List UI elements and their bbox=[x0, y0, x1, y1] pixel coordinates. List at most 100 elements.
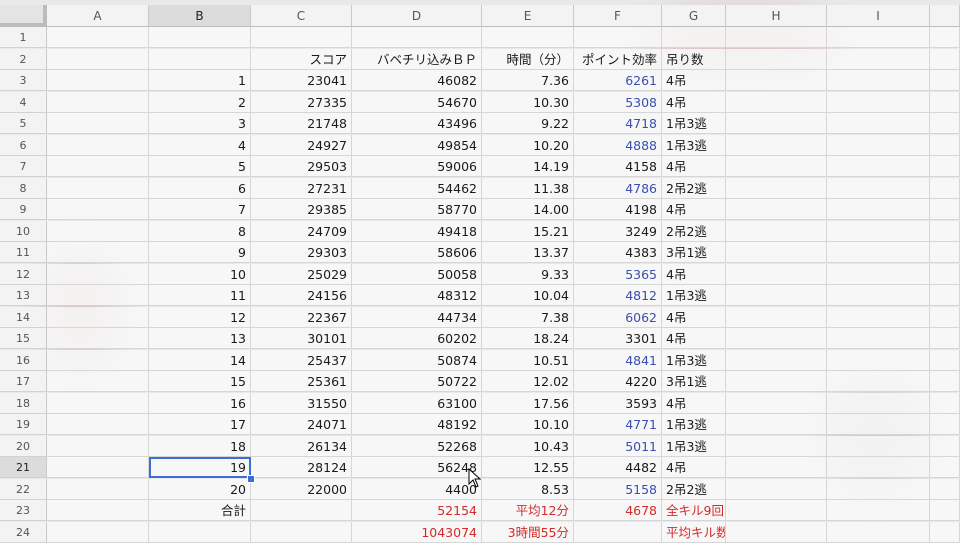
cell-d20[interactable]: 52268 bbox=[352, 435, 482, 457]
cell-a10[interactable] bbox=[47, 220, 149, 242]
cell-a1[interactable] bbox=[47, 27, 149, 48]
row-header-2[interactable]: 2 bbox=[0, 48, 47, 70]
cell-c9[interactable]: 29385 bbox=[251, 199, 352, 220]
cell-c10[interactable]: 24709 bbox=[251, 220, 352, 242]
row-header-10[interactable]: 10 bbox=[0, 220, 47, 242]
row-header-18[interactable]: 18 bbox=[0, 392, 47, 414]
column-header-g[interactable]: G bbox=[662, 5, 726, 27]
cell-f7[interactable]: 4158 bbox=[574, 156, 662, 177]
cell-g18[interactable]: 4吊 bbox=[662, 392, 726, 414]
cell-a17[interactable] bbox=[47, 371, 149, 392]
cell-i17[interactable] bbox=[827, 371, 930, 392]
row-header-24[interactable]: 24 bbox=[0, 521, 47, 543]
cell-b5[interactable]: 3 bbox=[149, 113, 251, 134]
cell-c18[interactable]: 31550 bbox=[251, 392, 352, 414]
cell-b11[interactable]: 9 bbox=[149, 242, 251, 263]
cell-a22[interactable] bbox=[47, 478, 149, 500]
row-header-17[interactable]: 17 bbox=[0, 371, 47, 392]
cell-c2[interactable]: スコア bbox=[251, 48, 352, 70]
cell-e13[interactable]: 10.04 bbox=[482, 285, 574, 306]
cell-e7[interactable]: 14.19 bbox=[482, 156, 574, 177]
cell-g9[interactable]: 4吊 bbox=[662, 199, 726, 220]
cell-d12[interactable]: 50058 bbox=[352, 263, 482, 285]
cell-f17[interactable]: 4220 bbox=[574, 371, 662, 392]
cell-a5[interactable] bbox=[47, 113, 149, 134]
cell-a4[interactable] bbox=[47, 91, 149, 113]
cell-b24[interactable] bbox=[149, 521, 251, 543]
cell-b10[interactable]: 8 bbox=[149, 220, 251, 242]
cell-c1[interactable] bbox=[251, 27, 352, 48]
row-header-14[interactable]: 14 bbox=[0, 306, 47, 328]
cell-i10[interactable] bbox=[827, 220, 930, 242]
cell-f3[interactable]: 6261 bbox=[574, 70, 662, 91]
cell-d22[interactable]: 4400 bbox=[352, 478, 482, 500]
cell-i21[interactable] bbox=[827, 457, 930, 478]
cell-g20[interactable]: 1吊3逃 bbox=[662, 435, 726, 457]
cell-f6[interactable]: 4888 bbox=[574, 134, 662, 156]
row-header-3[interactable]: 3 bbox=[0, 70, 47, 91]
row-header-4[interactable]: 4 bbox=[0, 91, 47, 113]
cell-d19[interactable]: 48192 bbox=[352, 414, 482, 435]
cell-e9[interactable]: 14.00 bbox=[482, 199, 574, 220]
cell-b6[interactable]: 4 bbox=[149, 134, 251, 156]
cell-i18[interactable] bbox=[827, 392, 930, 414]
row-header-20[interactable]: 20 bbox=[0, 435, 47, 457]
cell-i9[interactable] bbox=[827, 199, 930, 220]
cell-a2[interactable] bbox=[47, 48, 149, 70]
cell-d8[interactable]: 54462 bbox=[352, 177, 482, 199]
column-header-f[interactable]: F bbox=[574, 5, 662, 27]
column-header-b[interactable]: B bbox=[149, 5, 251, 27]
cell-f5[interactable]: 4718 bbox=[574, 113, 662, 134]
cell-h7[interactable] bbox=[726, 156, 827, 177]
cell-g17[interactable]: 3吊1逃 bbox=[662, 371, 726, 392]
cell-b19[interactable]: 17 bbox=[149, 414, 251, 435]
cell-i19[interactable] bbox=[827, 414, 930, 435]
cell-e21[interactable]: 12.55 bbox=[482, 457, 574, 478]
cell-f4[interactable]: 5308 bbox=[574, 91, 662, 113]
cell-b22[interactable]: 20 bbox=[149, 478, 251, 500]
cell-e5[interactable]: 9.22 bbox=[482, 113, 574, 134]
cell-i7[interactable] bbox=[827, 156, 930, 177]
cell-i24[interactable] bbox=[827, 521, 930, 543]
cell-d11[interactable]: 58606 bbox=[352, 242, 482, 263]
cell-b23[interactable]: 合計 bbox=[149, 500, 251, 521]
cell-h17[interactable] bbox=[726, 371, 827, 392]
cell-a13[interactable] bbox=[47, 285, 149, 306]
row-header-5[interactable]: 5 bbox=[0, 113, 47, 134]
cell-h20[interactable] bbox=[726, 435, 827, 457]
cell-i4[interactable] bbox=[827, 91, 930, 113]
select-all-corner[interactable] bbox=[0, 5, 47, 27]
column-header-i[interactable]: I bbox=[827, 5, 930, 27]
cell-h21[interactable] bbox=[726, 457, 827, 478]
cell-i6[interactable] bbox=[827, 134, 930, 156]
cell-b12[interactable]: 10 bbox=[149, 263, 251, 285]
row-header-21[interactable]: 21 bbox=[0, 457, 47, 478]
cell-g10[interactable]: 2吊2逃 bbox=[662, 220, 726, 242]
cell-e3[interactable]: 7.36 bbox=[482, 70, 574, 91]
cell-h10[interactable] bbox=[726, 220, 827, 242]
cell-e2[interactable]: 時間（分） bbox=[482, 48, 574, 70]
cell-h4[interactable] bbox=[726, 91, 827, 113]
cell-b14[interactable]: 12 bbox=[149, 306, 251, 328]
cell-i11[interactable] bbox=[827, 242, 930, 263]
cell-g19[interactable]: 1吊3逃 bbox=[662, 414, 726, 435]
cell-c15[interactable]: 30101 bbox=[251, 328, 352, 349]
cell-g24[interactable]: 平均キル数2.7 bbox=[662, 521, 726, 543]
cell-f10[interactable]: 3249 bbox=[574, 220, 662, 242]
cell-i22[interactable] bbox=[827, 478, 930, 500]
cell-e19[interactable]: 10.10 bbox=[482, 414, 574, 435]
cell-h23[interactable] bbox=[726, 500, 827, 521]
cell-e20[interactable]: 10.43 bbox=[482, 435, 574, 457]
cell-e14[interactable]: 7.38 bbox=[482, 306, 574, 328]
cell-d15[interactable]: 60202 bbox=[352, 328, 482, 349]
cell-h16[interactable] bbox=[726, 349, 827, 371]
cell-g2[interactable]: 吊り数 bbox=[662, 48, 726, 70]
row-header-12[interactable]: 12 bbox=[0, 263, 47, 285]
cell-d5[interactable]: 43496 bbox=[352, 113, 482, 134]
cell-c7[interactable]: 29503 bbox=[251, 156, 352, 177]
cell-d10[interactable]: 49418 bbox=[352, 220, 482, 242]
cell-i12[interactable] bbox=[827, 263, 930, 285]
row-header-15[interactable]: 15 bbox=[0, 328, 47, 349]
row-header-23[interactable]: 23 bbox=[0, 500, 47, 521]
cell-a6[interactable] bbox=[47, 134, 149, 156]
